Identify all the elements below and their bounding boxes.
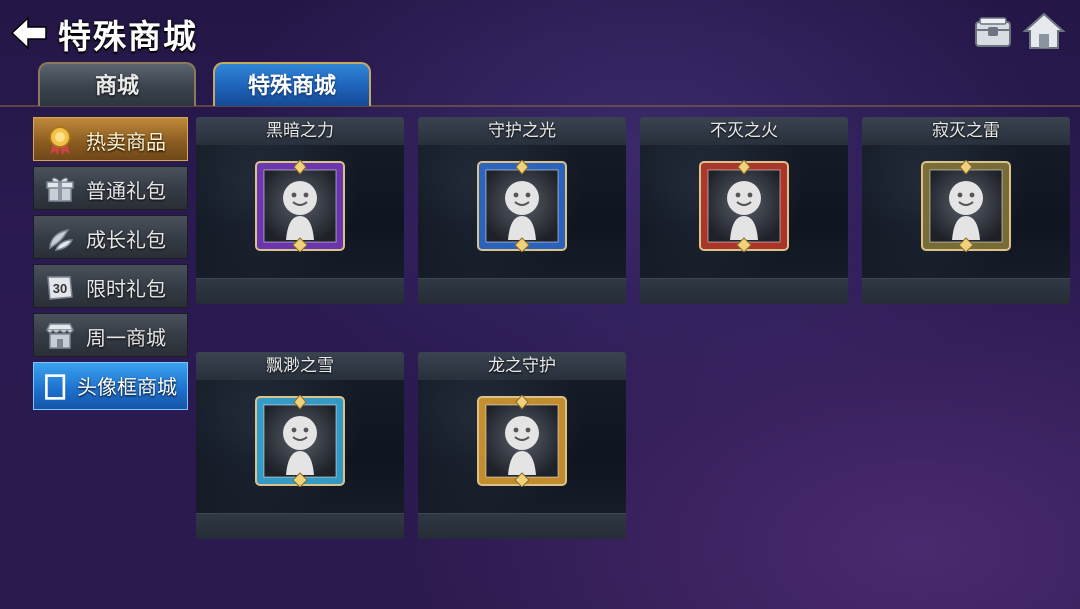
avatar-frame-name: 寂灭之雷 [862,117,1070,145]
sidebar-item-limited-gift[interactable]: 30 限时礼包 [33,264,188,308]
back-button[interactable] [8,14,50,52]
sidebar-item-label: 成长礼包 [86,228,166,252]
avatar-frame-name: 不灭之火 [640,117,848,145]
arrow-left-icon [10,16,47,50]
treasure-chest-button[interactable] [972,10,1014,52]
avatar-frame-footer [862,278,1070,304]
timer-30-icon: 30 [47,276,73,300]
avatar-frame-name: 飘渺之雪 [196,352,404,380]
home-button[interactable] [1022,10,1066,52]
sidebar-item-label: 周一商城 [86,326,166,350]
avatar-frame-card[interactable]: 守护之光 [418,117,626,304]
avatar-frame-card[interactable]: 黑暗之力 [196,117,404,304]
avatar-frame-image [477,395,567,487]
avatar-frame-footer [196,513,404,539]
avatar-frame-image [477,160,567,252]
top-bar: 特殊商城 [0,0,1080,62]
avatar-frame-card[interactable]: 龙之守护 [418,352,626,539]
sidebar-item-normal-gift[interactable]: 普通礼包 [33,166,188,210]
treasure-chest-icon [975,17,1011,47]
frame-icon [45,374,66,400]
avatar-frame-image [921,160,1011,252]
medal-icon [49,126,71,155]
tab-mall[interactable]: 商城 [38,62,196,106]
sidebar-item-label: 限时礼包 [86,277,166,301]
tab-special-mall[interactable]: 特殊商城 [213,62,371,106]
sidebar-item-growth-gift[interactable]: 成长礼包 [33,215,188,259]
avatar-frame-image [255,395,345,487]
avatar-frame-name: 黑暗之力 [196,117,404,145]
avatar-frame-image [255,160,345,252]
avatar-frame-footer [196,278,404,304]
sidebar-item-avatar-frame-shop[interactable]: 头像框商城 [33,362,188,410]
home-icon [1022,12,1066,49]
sidebar-item-monday-shop[interactable]: 周一商城 [33,313,188,357]
timer-badge-text: 30 [53,281,67,296]
sidebar-item-label: 普通礼包 [86,179,166,203]
avatar-frame-footer [418,513,626,539]
avatar-frame-footer [640,278,848,304]
sidebar-item-label: 热卖商品 [86,130,166,154]
avatar-frame-card[interactable]: 寂灭之雷 [862,117,1070,304]
page-title: 特殊商城 [58,17,198,56]
avatar-frame-name: 守护之光 [418,117,626,145]
shop-awning-icon [45,323,75,349]
gift-box-icon [46,177,74,202]
sidebar-item-hot-sale[interactable]: 热卖商品 [33,117,188,161]
avatar-frame-name: 龙之守护 [418,352,626,380]
avatar-frame-image [699,160,789,252]
avatar-frame-card[interactable]: 飘渺之雪 [196,352,404,539]
avatar-frame-card[interactable]: 不灭之火 [640,117,848,304]
sidebar-item-label: 头像框商城 [77,375,177,399]
avatar-frame-footer [418,278,626,304]
growth-icon [49,228,74,251]
